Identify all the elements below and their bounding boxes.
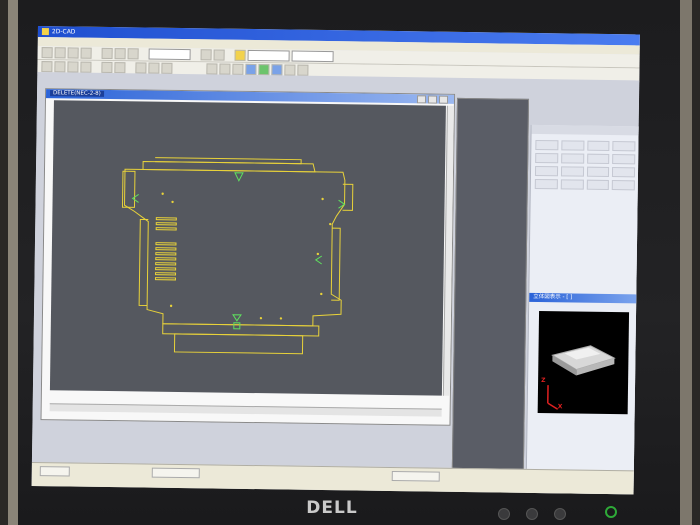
prop-field[interactable] [612, 180, 635, 191]
drawing-canvas[interactable] [49, 100, 446, 396]
prop-field[interactable] [560, 153, 584, 164]
mount-holes [161, 192, 332, 320]
circle-icon[interactable] [80, 61, 92, 73]
background-document-window[interactable] [451, 97, 530, 491]
prop-field[interactable] [586, 166, 610, 177]
prop-field[interactable] [586, 179, 610, 190]
cut-icon[interactable] [101, 47, 113, 60]
prop-field[interactable] [586, 140, 610, 151]
pan-icon[interactable] [148, 62, 160, 74]
snap-icon[interactable] [219, 63, 231, 75]
prop-field[interactable] [560, 166, 584, 177]
prop-field[interactable] [534, 178, 558, 190]
vent-slots [154, 217, 177, 281]
property-grid [534, 139, 636, 191]
linetype-combo[interactable] [247, 49, 290, 62]
new-icon[interactable] [41, 47, 53, 59]
mdi-workspace: DELETE(NEC-2-8) 立体図表示 - [] Z X [31, 71, 640, 495]
prop-field[interactable] [612, 141, 636, 152]
redo-icon[interactable] [213, 49, 225, 61]
right-tool-panel: 立体図表示 - [ ] Z X [525, 124, 640, 495]
status-field-scale [391, 470, 440, 482]
view3d-panel-title[interactable]: 立体図表示 - [ ] [529, 292, 640, 304]
status-field-mode [39, 466, 70, 477]
monitor-screen: 2D-CAD DELETE(NEC-2-8) 立体図表示 - [] Z X [31, 26, 640, 495]
app-title: 2D-CAD [51, 28, 76, 36]
plus-button-icon[interactable] [554, 508, 566, 520]
menu-button-icon[interactable] [498, 508, 510, 520]
paste-icon[interactable] [127, 48, 139, 60]
prop-field[interactable] [612, 154, 636, 165]
monitor-logo: DELL [306, 498, 358, 518]
top-flange-lip [155, 157, 302, 165]
power-icon[interactable] [605, 506, 617, 518]
bottom-tab [173, 333, 304, 355]
print-icon[interactable] [80, 47, 92, 59]
text-icon[interactable] [114, 62, 126, 74]
view3d-title-text: 立体図表示 - [ ] [533, 293, 573, 301]
layer-icon[interactable] [297, 64, 309, 76]
wall-left [8, 0, 18, 525]
wall-right [680, 0, 692, 525]
prop-field[interactable] [560, 179, 584, 190]
property-panel-title [531, 124, 640, 136]
close-icon[interactable] [438, 95, 449, 104]
minus-button-icon[interactable] [526, 508, 538, 520]
fit-icon[interactable] [161, 62, 173, 74]
arc-icon[interactable] [67, 61, 79, 73]
monitor-buttons [498, 508, 566, 520]
status-field-coords [151, 467, 200, 479]
ortho-icon[interactable] [232, 63, 244, 75]
zoom-icon[interactable] [135, 62, 147, 74]
grid-icon[interactable] [206, 63, 218, 75]
prop-field[interactable] [534, 165, 558, 177]
copy-icon[interactable] [114, 48, 126, 60]
rotate-icon[interactable] [271, 64, 283, 76]
maximize-icon[interactable] [427, 95, 438, 104]
prop-field[interactable] [586, 153, 610, 164]
measure-icon[interactable] [284, 64, 296, 76]
drawing-hscrollbar[interactable] [49, 403, 442, 417]
minimize-icon[interactable] [416, 95, 427, 104]
open-icon[interactable] [54, 47, 66, 59]
drawing-window[interactable]: DELETE(NEC-2-8) [40, 88, 456, 426]
right-top-tab [342, 183, 354, 211]
drawing-window-controls [416, 95, 449, 104]
dimension-icon[interactable] [101, 61, 113, 74]
view3d-icon[interactable] [245, 63, 257, 76]
view3d-model [547, 345, 616, 410]
view3d-preview[interactable]: Z X [537, 311, 630, 415]
cad-drawing [121, 157, 354, 355]
app-icon [41, 28, 49, 36]
prop-field[interactable] [561, 140, 584, 151]
color-combo[interactable] [291, 50, 334, 63]
prop-field[interactable] [612, 167, 636, 178]
datum-markers [131, 172, 346, 330]
drawing-title: DELETE(NEC-2-8) [50, 90, 104, 97]
prop-field[interactable] [535, 152, 559, 164]
line-icon[interactable] [54, 61, 66, 73]
highlight-icon[interactable] [234, 49, 246, 61]
save-icon[interactable] [67, 47, 79, 59]
prop-field[interactable] [535, 139, 559, 151]
layer-combo[interactable] [148, 48, 191, 61]
axis-z-label: Z [541, 377, 546, 385]
axis-x-label: X [557, 403, 563, 411]
select-icon[interactable] [41, 61, 53, 73]
undo-icon[interactable] [200, 49, 212, 61]
render-icon[interactable] [258, 64, 270, 76]
